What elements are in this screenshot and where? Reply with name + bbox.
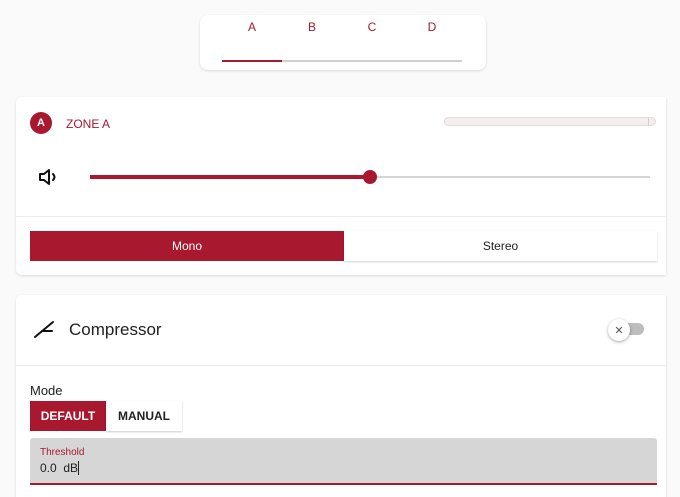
threshold-input[interactable] <box>40 460 240 476</box>
stereo-button[interactable]: Stereo <box>344 231 657 261</box>
volume-slider-thumb[interactable] <box>363 170 377 184</box>
tab-active-indicator <box>222 60 282 62</box>
speaker-icon[interactable] <box>38 167 60 187</box>
mode-manual-button[interactable]: MANUAL <box>106 401 182 431</box>
close-icon: ✕ <box>614 324 624 337</box>
tab-b[interactable]: B <box>282 20 342 34</box>
zone-title: ZONE A <box>66 117 111 131</box>
compressor-icon <box>34 321 54 338</box>
mono-button[interactable]: Mono <box>30 231 344 261</box>
threshold-label: Threshold <box>40 447 85 458</box>
tab-c[interactable]: C <box>342 20 402 34</box>
text-caret <box>78 461 79 475</box>
mode-label: Mode <box>30 383 63 398</box>
volume-slider-fill <box>90 175 370 179</box>
compressor-title: Compressor <box>69 320 162 339</box>
level-meter-end-mark <box>648 118 649 125</box>
threshold-field[interactable]: Threshold <box>30 438 657 485</box>
tab-d[interactable]: D <box>402 20 462 34</box>
tab-a[interactable]: A <box>222 20 282 34</box>
compressor-divider <box>16 365 666 366</box>
zone-badge: A <box>30 112 52 134</box>
level-meter <box>444 117 656 126</box>
compressor-toggle-thumb[interactable]: ✕ <box>608 319 630 341</box>
mode-default-button[interactable]: DEFAULT <box>30 401 106 431</box>
zone-divider <box>16 216 666 217</box>
